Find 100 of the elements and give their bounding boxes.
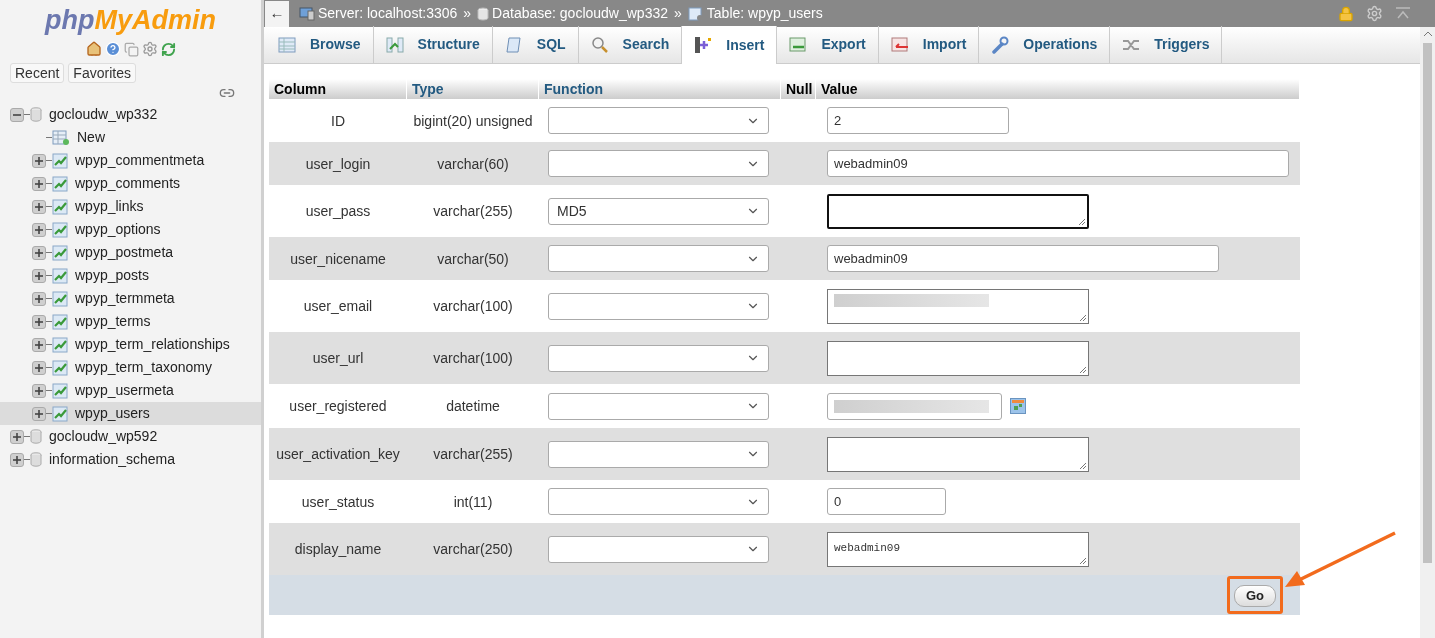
expand-icon[interactable] (10, 452, 24, 467)
expand-icon[interactable] (32, 337, 46, 352)
function-select[interactable] (548, 535, 769, 563)
function-select[interactable] (548, 440, 769, 468)
value-input[interactable]: webadmin09 (827, 150, 1289, 177)
table-link[interactable]: wpyp_users (75, 403, 150, 424)
insert-icon (694, 36, 713, 54)
expand-icon[interactable] (32, 360, 46, 375)
table-chart-icon (52, 267, 68, 284)
tree-item[interactable]: wpyp_terms (0, 310, 261, 333)
table-link[interactable]: wpyp_links (75, 196, 144, 217)
table-link[interactable]: wpyp_term_taxonomy (75, 357, 212, 378)
tab[interactable]: Browse (266, 26, 374, 63)
value-textarea[interactable] (827, 193, 1089, 229)
table-cell: user_activation_key (276, 446, 400, 462)
expand-icon[interactable] (32, 153, 46, 168)
function-select[interactable] (548, 292, 769, 320)
function-select[interactable]: MD5 (548, 197, 769, 225)
search-icon (590, 35, 609, 54)
tree-item[interactable]: wpyp_postmeta (0, 241, 261, 264)
go-button[interactable]: Go (1233, 584, 1276, 607)
table-chart-icon (52, 405, 68, 422)
tree-item[interactable]: wpyp_usermeta (0, 379, 261, 402)
table-link[interactable]: wpyp_commentmeta (75, 150, 205, 171)
expand-icon[interactable] (32, 406, 46, 421)
table-chart-icon (52, 244, 68, 261)
export-icon (789, 35, 808, 54)
breadcrumb-link[interactable]: Database: gocloudw_wp332 (492, 3, 668, 24)
table-chart-icon (52, 290, 68, 307)
tab[interactable]: Triggers (1110, 26, 1223, 63)
tab[interactable]: Import (878, 26, 980, 63)
table-icon (278, 35, 296, 54)
table-link[interactable]: wpyp_comments (75, 173, 181, 194)
logo[interactable]: phpMyAdmin (0, 4, 261, 36)
function-select[interactable] (548, 488, 769, 515)
tree-item[interactable]: wpyp_links (0, 195, 261, 218)
database-link[interactable]: gocloudw_wp592 (49, 426, 158, 447)
resize-grip-icon[interactable] (1078, 217, 1086, 226)
resize-grip-icon[interactable] (1079, 461, 1087, 470)
database-link[interactable]: information_schema (49, 449, 176, 470)
tab[interactable]: Export (777, 26, 879, 63)
function-select[interactable] (548, 344, 769, 372)
date-input[interactable] (827, 392, 1002, 420)
value-input[interactable]: 2 (827, 107, 1009, 134)
back-button[interactable]: ← (265, 0, 289, 27)
collapse-icon[interactable] (10, 107, 24, 122)
resize-grip-icon[interactable] (1079, 313, 1087, 322)
scrollbar-thumb[interactable] (1423, 43, 1432, 563)
table-link[interactable]: wpyp_termmeta (75, 288, 175, 309)
new-table-link[interactable]: New (77, 127, 105, 148)
value-textarea[interactable]: webadmin09 (827, 531, 1089, 567)
table-link[interactable]: wpyp_usermeta (75, 380, 174, 401)
database-icon (30, 429, 42, 444)
tree-item[interactable]: information_schema (0, 448, 261, 471)
table-link[interactable]: wpyp_options (75, 219, 161, 240)
tree-item[interactable]: New (0, 126, 261, 149)
tab[interactable]: Operations (979, 26, 1111, 63)
database-link[interactable]: gocloudw_wp332 (49, 104, 158, 125)
tree-item[interactable]: wpyp_users (0, 402, 261, 425)
function-select[interactable] (548, 107, 769, 134)
nav-tab-button[interactable]: Recent (10, 63, 65, 83)
resize-grip-icon[interactable] (1079, 556, 1087, 565)
expand-icon[interactable] (32, 222, 46, 237)
breadcrumb-link[interactable]: Table: wpyp_users (706, 3, 823, 24)
table-link[interactable]: wpyp_postmeta (75, 242, 174, 263)
expand-icon[interactable] (32, 245, 46, 260)
tree-item[interactable]: gocloudw_wp332 (0, 103, 261, 126)
tree-item[interactable]: wpyp_options (0, 218, 261, 241)
tree-item[interactable]: wpyp_posts (0, 264, 261, 287)
expand-icon[interactable] (32, 314, 46, 329)
tree-item[interactable]: wpyp_termmeta (0, 287, 261, 310)
expand-icon[interactable] (32, 176, 46, 191)
value-input[interactable]: 0 (827, 488, 946, 515)
expand-icon[interactable] (10, 429, 24, 444)
resize-grip-icon[interactable] (1079, 365, 1087, 374)
function-select[interactable] (548, 150, 769, 177)
tree-item[interactable]: wpyp_term_taxonomy (0, 356, 261, 379)
import-icon (890, 35, 909, 54)
table-link[interactable]: wpyp_term_relationships (75, 334, 230, 355)
tree-item[interactable]: wpyp_term_relationships (0, 333, 261, 356)
table-link[interactable]: wpyp_terms (75, 311, 151, 332)
expand-icon[interactable] (32, 268, 46, 283)
function-select[interactable] (548, 245, 769, 272)
tree-item[interactable]: wpyp_comments (0, 172, 261, 195)
table-link[interactable]: wpyp_posts (75, 265, 149, 286)
breadcrumb-link[interactable]: Server: localhost:3306 (318, 3, 458, 24)
tab[interactable]: Structure (373, 26, 493, 63)
function-select[interactable] (548, 392, 769, 420)
tab[interactable]: Insert (682, 26, 778, 64)
table-chart-icon (52, 175, 68, 192)
reload-icon (160, 41, 176, 57)
nav-tab-button[interactable]: Favorites (68, 63, 136, 83)
expand-icon[interactable] (32, 291, 46, 306)
tree-item[interactable]: gocloudw_wp592 (0, 425, 261, 448)
tab[interactable]: SQL (492, 26, 579, 63)
value-input[interactable]: webadmin09 (827, 245, 1219, 272)
expand-icon[interactable] (32, 383, 46, 398)
scroll-up-icon[interactable] (1423, 31, 1432, 37)
tree-item[interactable]: wpyp_commentmeta (0, 149, 261, 172)
expand-icon[interactable] (32, 199, 46, 214)
